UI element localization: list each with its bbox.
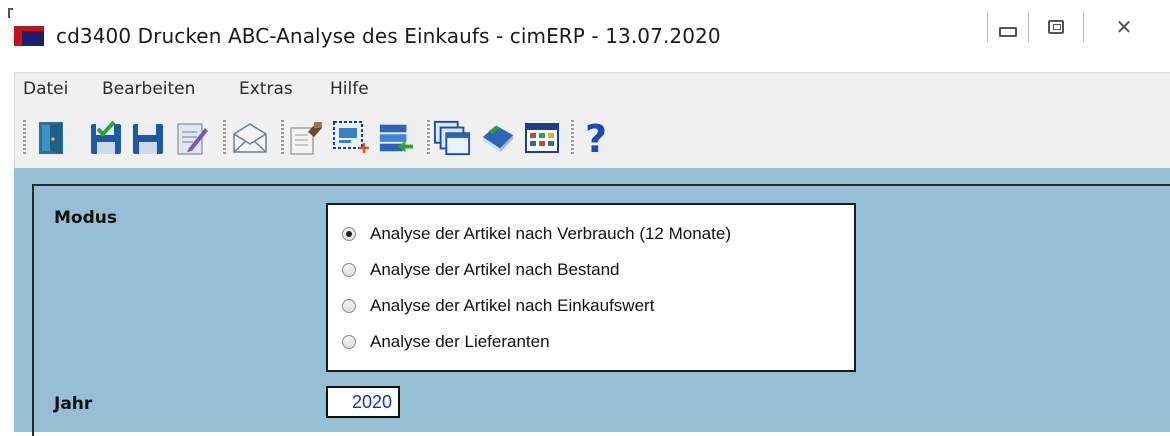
window-controls: ✕: [987, 12, 1164, 46]
toolbar-grip: [23, 120, 26, 156]
menu-hilfe[interactable]: Hilfe: [330, 79, 369, 99]
maximize-button[interactable]: [1028, 12, 1083, 42]
toolbar-separator: [427, 120, 430, 156]
transfer-button[interactable]: [377, 118, 415, 158]
close-icon: ✕: [1115, 15, 1133, 39]
radio-button[interactable]: [342, 263, 356, 277]
exit-icon: [39, 122, 63, 154]
menu-bar: Datei Bearbeiten Extras Hilfe: [14, 72, 1170, 109]
windows-icon: [433, 120, 471, 156]
toolbar-separator: [571, 120, 574, 156]
modus-option-lieferanten[interactable]: Analyse der Lieferanten: [342, 329, 550, 355]
mail-button[interactable]: [231, 118, 269, 158]
jahr-label: Jahr: [54, 394, 93, 414]
menu-datei[interactable]: Datei: [23, 79, 68, 99]
window-title: cd3400 Drucken ABC-Analyse des Einkaufs …: [56, 24, 721, 48]
table-icon: [525, 123, 559, 153]
toolbar-separator: [223, 120, 226, 156]
modus-radio-group: Analyse der Artikel nach Verbrauch (12 M…: [326, 203, 856, 372]
minimize-button[interactable]: [987, 12, 1028, 42]
radio-label: Analyse der Artikel nach Verbrauch (12 M…: [370, 224, 731, 243]
book-button[interactable]: [479, 118, 517, 158]
transfer-icon: [379, 124, 414, 153]
radio-label: Analyse der Artikel nach Bestand: [370, 260, 620, 279]
help-icon: ?: [585, 118, 607, 158]
toolbar-separator: [281, 120, 284, 156]
save-icon: [133, 124, 163, 154]
jahr-input[interactable]: 2020: [326, 386, 400, 418]
edit-icon: [177, 123, 208, 155]
save-and-close-icon: [91, 120, 121, 154]
modus-option-einkaufswert[interactable]: Analyse der Artikel nach Einkaufswert: [342, 293, 654, 319]
properties-icon: [290, 122, 322, 155]
radio-label: Analyse der Artikel nach Einkaufswert: [370, 296, 655, 315]
menu-extras[interactable]: Extras: [239, 79, 293, 99]
properties-button[interactable]: [287, 118, 325, 158]
svg-text:?: ?: [585, 118, 607, 158]
main-panel: Modus Analyse der Artikel nach Verbrauch…: [14, 168, 1170, 436]
radio-button[interactable]: [342, 299, 356, 313]
modus-option-verbrauch[interactable]: Analyse der Artikel nach Verbrauch (12 M…: [342, 221, 731, 247]
radio-button-checked[interactable]: [342, 227, 356, 241]
maximize-icon: [1048, 20, 1064, 34]
modus-option-bestand[interactable]: Analyse der Artikel nach Bestand: [342, 257, 619, 283]
title-bar: cd3400 Drucken ABC-Analyse des Einkaufs …: [0, 0, 1170, 72]
minimize-icon: [999, 27, 1017, 37]
close-button[interactable]: ✕: [1083, 12, 1164, 42]
menu-bearbeiten[interactable]: Bearbeiten: [102, 79, 195, 99]
exit-button[interactable]: [33, 118, 71, 158]
book-icon: [482, 125, 514, 153]
save-and-close-button[interactable]: [87, 118, 125, 158]
new-record-button[interactable]: [331, 118, 369, 158]
help-button[interactable]: ?: [577, 118, 615, 158]
modus-label: Modus: [54, 208, 117, 228]
toolbar: ?: [14, 108, 1170, 169]
edit-button[interactable]: [173, 118, 211, 158]
mail-icon: [233, 123, 267, 153]
radio-label: Analyse der Lieferanten: [370, 332, 550, 351]
new-record-icon: [333, 121, 369, 153]
table-button[interactable]: [523, 118, 561, 158]
radio-button[interactable]: [342, 335, 356, 349]
window-corner-mark: [8, 8, 13, 18]
windows-button[interactable]: [433, 118, 471, 158]
app-icon: [14, 26, 44, 46]
save-button[interactable]: [129, 118, 167, 158]
